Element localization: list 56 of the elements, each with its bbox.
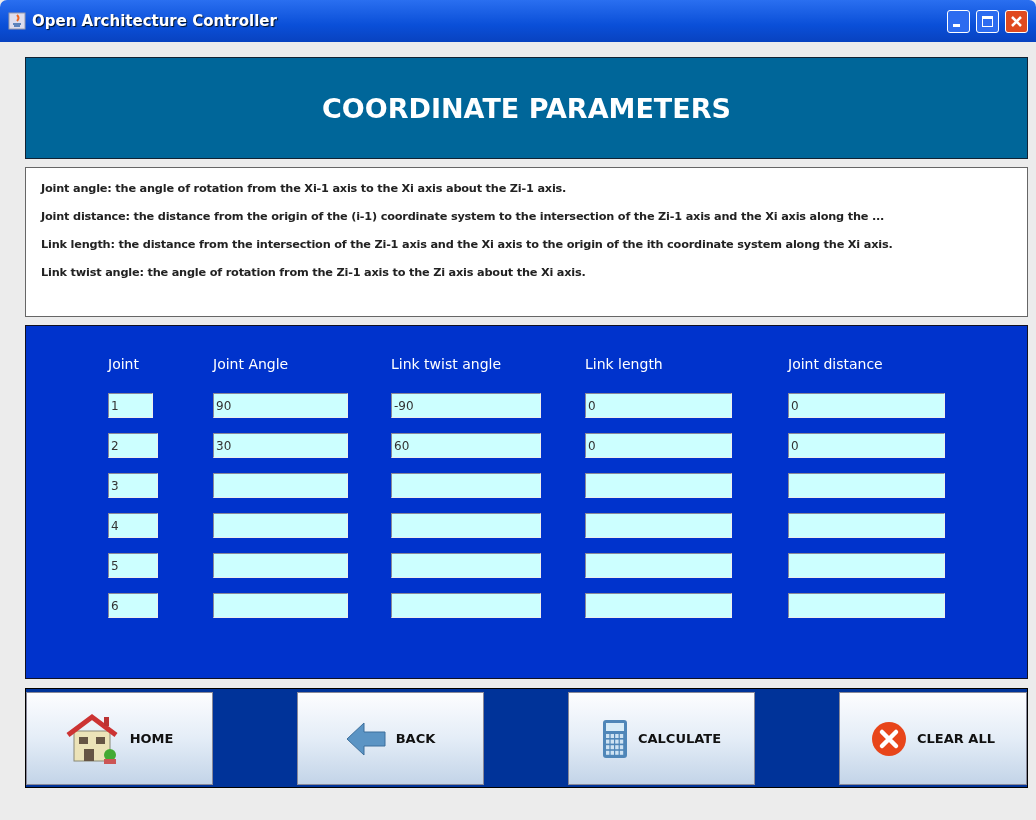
parameter-field[interactable] <box>391 513 541 538</box>
parameter-field[interactable]: 0 <box>585 433 732 458</box>
column-header: Joint <box>108 356 140 374</box>
definition-text: Joint distance: the distance from the origin of the (i-1) coordinate system to the intersection of the Zi-1 axis and the Xi axis along the ... <box>41 210 886 223</box>
parameter-field[interactable] <box>788 593 945 618</box>
definition-text: Joint angle: the angle of rotation from the Xi-1 axis to the Xi axis about the Zi-1 axis. <box>41 182 568 195</box>
close-icon <box>1011 15 1022 27</box>
joint-field[interactable]: 2 <box>108 433 158 458</box>
joint-field[interactable]: 6 <box>108 593 158 618</box>
joint-field[interactable]: 1 <box>108 393 153 418</box>
window-title: Open Architecture Controller <box>32 12 278 30</box>
minimize-icon <box>953 23 960 27</box>
clear-button[interactable]: CLEAR ALL <box>839 692 1027 785</box>
home-button[interactable]: HOME <box>26 692 213 785</box>
back-button[interactable]: BACK <box>297 692 484 785</box>
app-icon <box>8 12 26 30</box>
close-button[interactable] <box>1005 9 1028 33</box>
close-icon <box>871 720 908 757</box>
parameter-field[interactable] <box>788 553 945 578</box>
parameter-field[interactable]: 0 <box>585 393 732 418</box>
parameter-field[interactable] <box>788 513 945 538</box>
parameter-field[interactable] <box>585 513 732 538</box>
maximize-button[interactable] <box>976 9 999 33</box>
column-header: Joint Angle <box>213 356 290 374</box>
definition-text: Link twist angle: the angle of rotation from the Zi-1 axis to the Zi axis about the Xi axis. <box>41 266 587 279</box>
parameter-field[interactable] <box>391 593 541 618</box>
maximize-icon <box>982 15 993 27</box>
parameter-field[interactable]: 30 <box>213 433 348 458</box>
parameter-field[interactable]: 90 <box>213 393 348 418</box>
joint-field[interactable]: 5 <box>108 553 158 578</box>
parameter-field[interactable]: 0 <box>788 433 945 458</box>
parameter-field[interactable] <box>788 473 945 498</box>
definition-text: Link length: the distance from the intersection of the Zi-1 axis and the Xi axis to the origin of the ith coordinate system along the Xi axis. <box>41 238 894 251</box>
parameter-field[interactable] <box>585 473 732 498</box>
left-arrow-icon <box>345 720 386 757</box>
joint-field[interactable]: 4 <box>108 513 158 538</box>
parameter-field[interactable] <box>585 553 732 578</box>
parameter-field[interactable] <box>391 553 541 578</box>
calculator-icon <box>601 718 628 759</box>
column-header: Link twist angle <box>391 356 503 374</box>
calculate-button[interactable]: CALCULATE <box>568 692 755 785</box>
parameter-field[interactable]: 0 <box>788 393 945 418</box>
parameter-field[interactable]: 60 <box>391 433 541 458</box>
column-header: Link length <box>585 356 664 374</box>
parameter-field[interactable] <box>213 513 348 538</box>
column-header: Joint distance <box>788 356 884 374</box>
page-title: COORDINATE PARAMETERS <box>322 92 731 124</box>
joint-field[interactable]: 3 <box>108 473 158 498</box>
parameter-field[interactable] <box>213 473 348 498</box>
minimize-button[interactable] <box>947 9 970 33</box>
parameter-field[interactable] <box>585 593 732 618</box>
parameter-field[interactable] <box>391 473 541 498</box>
house-icon <box>65 712 120 765</box>
parameter-field[interactable]: -90 <box>391 393 541 418</box>
parameter-field[interactable] <box>213 553 348 578</box>
parameter-field[interactable] <box>213 593 348 618</box>
